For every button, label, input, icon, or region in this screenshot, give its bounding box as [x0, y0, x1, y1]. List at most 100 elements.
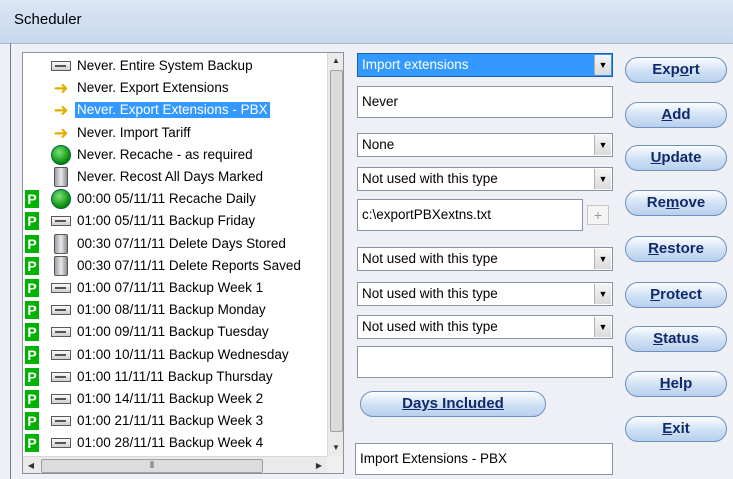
- drive-icon: [51, 327, 71, 338]
- schedule-list-item[interactable]: ➜ Never. Export Extensions: [23, 77, 327, 99]
- option4-select[interactable]: Not used with this type ▼: [357, 282, 613, 306]
- chevron-down-icon[interactable]: ▼: [594, 169, 611, 189]
- export-label-b: o: [679, 61, 689, 78]
- protect-label-c: rotect: [660, 286, 702, 303]
- schedule-item-label: 01:00 11/11/11 Backup Thursday: [77, 368, 273, 384]
- task-type-select[interactable]: Import extensions ▼: [357, 53, 613, 77]
- schedule-list-item[interactable]: P 01:00 07/11/11 Backup Week 1: [23, 277, 327, 299]
- remove-label-a: Re: [646, 194, 666, 211]
- window-title: Scheduler: [14, 11, 82, 28]
- schedule-item-label: Never. Export Extensions - PBX: [75, 102, 270, 119]
- status-button[interactable]: Status: [625, 326, 727, 352]
- schedule-list-item[interactable]: Never. Entire System Backup: [23, 55, 327, 77]
- schedule-list-item[interactable]: P 01:00 10/11/11 Backup Wednesday: [23, 344, 327, 366]
- schedule-item-label: 01:00 08/11/11 Backup Monday: [77, 302, 266, 318]
- chevron-down-icon[interactable]: ▼: [594, 135, 611, 155]
- schedule-list-item[interactable]: Never. Recost All Days Marked: [23, 166, 327, 188]
- schedule-list-item[interactable]: P 00:30 07/11/11 Delete Days Stored: [23, 233, 327, 255]
- schedule-list-item[interactable]: P 01:00 11/11/11 Backup Thursday: [23, 366, 327, 388]
- schedule-item-label: Never. Recost All Days Marked: [77, 169, 264, 184]
- drive-icon: [51, 371, 71, 382]
- drive-icon: [51, 416, 71, 427]
- remove-button[interactable]: Remove: [625, 190, 727, 216]
- schedule-item-label: 01:00 05/11/11 Backup Friday: [77, 213, 256, 229]
- schedule-list-item[interactable]: P 00:00 05/11/11 Recache Daily: [23, 188, 327, 210]
- exit-label-b: E: [662, 420, 673, 437]
- export-icon: ➜: [53, 100, 69, 121]
- file-path-field[interactable]: c:\exportPBXextns.txt: [357, 199, 583, 231]
- browse-button[interactable]: +: [587, 205, 609, 225]
- schedule-list[interactable]: Never. Entire System Backup ➜ Never. Expor…: [22, 52, 344, 474]
- export-icon: ➜: [53, 78, 69, 99]
- schedule-item-label: 01:00 28/11/11 Backup Week 4: [77, 435, 264, 451]
- schedule-list-rows: Never. Entire System Backup ➜ Never. Expor…: [23, 53, 327, 456]
- days-included-button[interactable]: Days Included: [360, 391, 546, 417]
- option2-select[interactable]: Not used with this type ▼: [357, 167, 613, 191]
- drive-icon: [51, 438, 71, 449]
- protected-badge: P: [25, 412, 39, 431]
- restore-button[interactable]: Restore: [625, 236, 727, 262]
- vertical-scroll-thumb[interactable]: [330, 70, 343, 432]
- add-button[interactable]: Add: [625, 102, 727, 128]
- horizontal-scroll-thumb[interactable]: ⦀: [41, 459, 263, 473]
- schedule-item-label: 01:00 07/11/11 Backup Week 1: [77, 280, 264, 295]
- schedule-list-item[interactable]: P 01:00 05/11/11 Backup Friday: [23, 210, 327, 232]
- scroll-left-arrow-icon[interactable]: ◀: [23, 457, 39, 473]
- recycle-bin-icon: [54, 255, 68, 276]
- option5-value: Not used with this type: [362, 319, 498, 334]
- protected-badge: P: [25, 345, 39, 364]
- chevron-down-icon[interactable]: ▼: [594, 55, 611, 75]
- drive-icon: [51, 61, 71, 71]
- chevron-down-icon[interactable]: ▼: [594, 284, 611, 304]
- vertical-scrollbar[interactable]: ▲ ▼: [327, 53, 343, 456]
- schedule-list-item[interactable]: ➜ Never. Import Tariff: [23, 122, 327, 144]
- add-label-c: dd: [672, 106, 691, 123]
- schedule-list-item[interactable]: P 00:30 07/11/11 Delete Reports Saved: [23, 255, 327, 277]
- schedule-list-item[interactable]: ➜ Never. Export Extensions - PBX: [23, 99, 327, 121]
- schedule-list-item[interactable]: Never. Recache - as required: [23, 144, 327, 166]
- schedule-list-item[interactable]: P 01:00 14/11/11 Backup Week 2: [23, 388, 327, 410]
- frequency-field[interactable]: Never: [357, 86, 613, 118]
- import-icon: ➜: [53, 122, 69, 143]
- schedule-item-label: 01:00 14/11/11 Backup Week 2: [77, 391, 264, 406]
- protect-button[interactable]: Protect: [625, 282, 727, 308]
- protected-badge: P: [25, 234, 39, 253]
- option5-select[interactable]: Not used with this type ▼: [357, 315, 613, 339]
- horizontal-scrollbar[interactable]: ◀ ⦀ ▶: [23, 456, 327, 473]
- help-label-c: elp: [670, 375, 693, 392]
- schedule-list-item[interactable]: P 01:00 28/11/11 Backup Week 4: [23, 432, 327, 454]
- schedule-list-item[interactable]: P 01:00 21/11/11 Backup Week 3: [23, 410, 327, 432]
- globe-icon: [51, 189, 71, 210]
- protected-badge: P: [25, 190, 39, 209]
- schedule-item-label: 01:00 21/11/11 Backup Week 3: [77, 413, 264, 429]
- scroll-up-arrow-icon[interactable]: ▲: [328, 53, 343, 69]
- protected-badge: P: [25, 301, 39, 320]
- help-button[interactable]: Help: [625, 371, 727, 397]
- schedule-list-item[interactable]: P 01:00 09/11/11 Backup Tuesday: [23, 321, 327, 343]
- chevron-down-icon[interactable]: ▼: [594, 249, 611, 269]
- drive-icon: [51, 283, 71, 293]
- protected-badge: P: [25, 256, 39, 275]
- exit-label-c: xit: [672, 420, 690, 437]
- schedule-list-item[interactable]: P 01:00 08/11/11 Backup Monday: [23, 299, 327, 321]
- schedule-item-label: Never. Recache - as required: [77, 146, 253, 162]
- option2-value: Not used with this type: [362, 171, 498, 186]
- protected-badge: P: [25, 434, 39, 453]
- schedule-item-label: 01:00 10/11/11 Backup Wednesday: [77, 346, 289, 362]
- schedule-item-label: 00:00 05/11/11 Recache Daily: [77, 191, 256, 207]
- chevron-down-icon[interactable]: ▼: [594, 317, 611, 337]
- protected-badge: P: [25, 367, 39, 386]
- description-field[interactable]: Import Extensions - PBX: [355, 443, 613, 475]
- update-button[interactable]: Update: [625, 145, 727, 171]
- exit-button[interactable]: Exit: [625, 416, 727, 442]
- restore-label-b: R: [648, 240, 659, 257]
- scroll-right-arrow-icon[interactable]: ▶: [311, 457, 327, 473]
- protect-label-b: P: [650, 286, 661, 303]
- remove-label-c: ove: [679, 194, 706, 211]
- blank-field[interactable]: [357, 346, 613, 378]
- export-button[interactable]: Export: [625, 57, 727, 83]
- schedule-item-label: 00:30 07/11/11 Delete Reports Saved: [77, 257, 301, 273]
- option3-select[interactable]: Not used with this type ▼: [357, 247, 613, 271]
- scroll-down-arrow-icon[interactable]: ▼: [328, 440, 343, 456]
- option1-select[interactable]: None ▼: [357, 133, 613, 157]
